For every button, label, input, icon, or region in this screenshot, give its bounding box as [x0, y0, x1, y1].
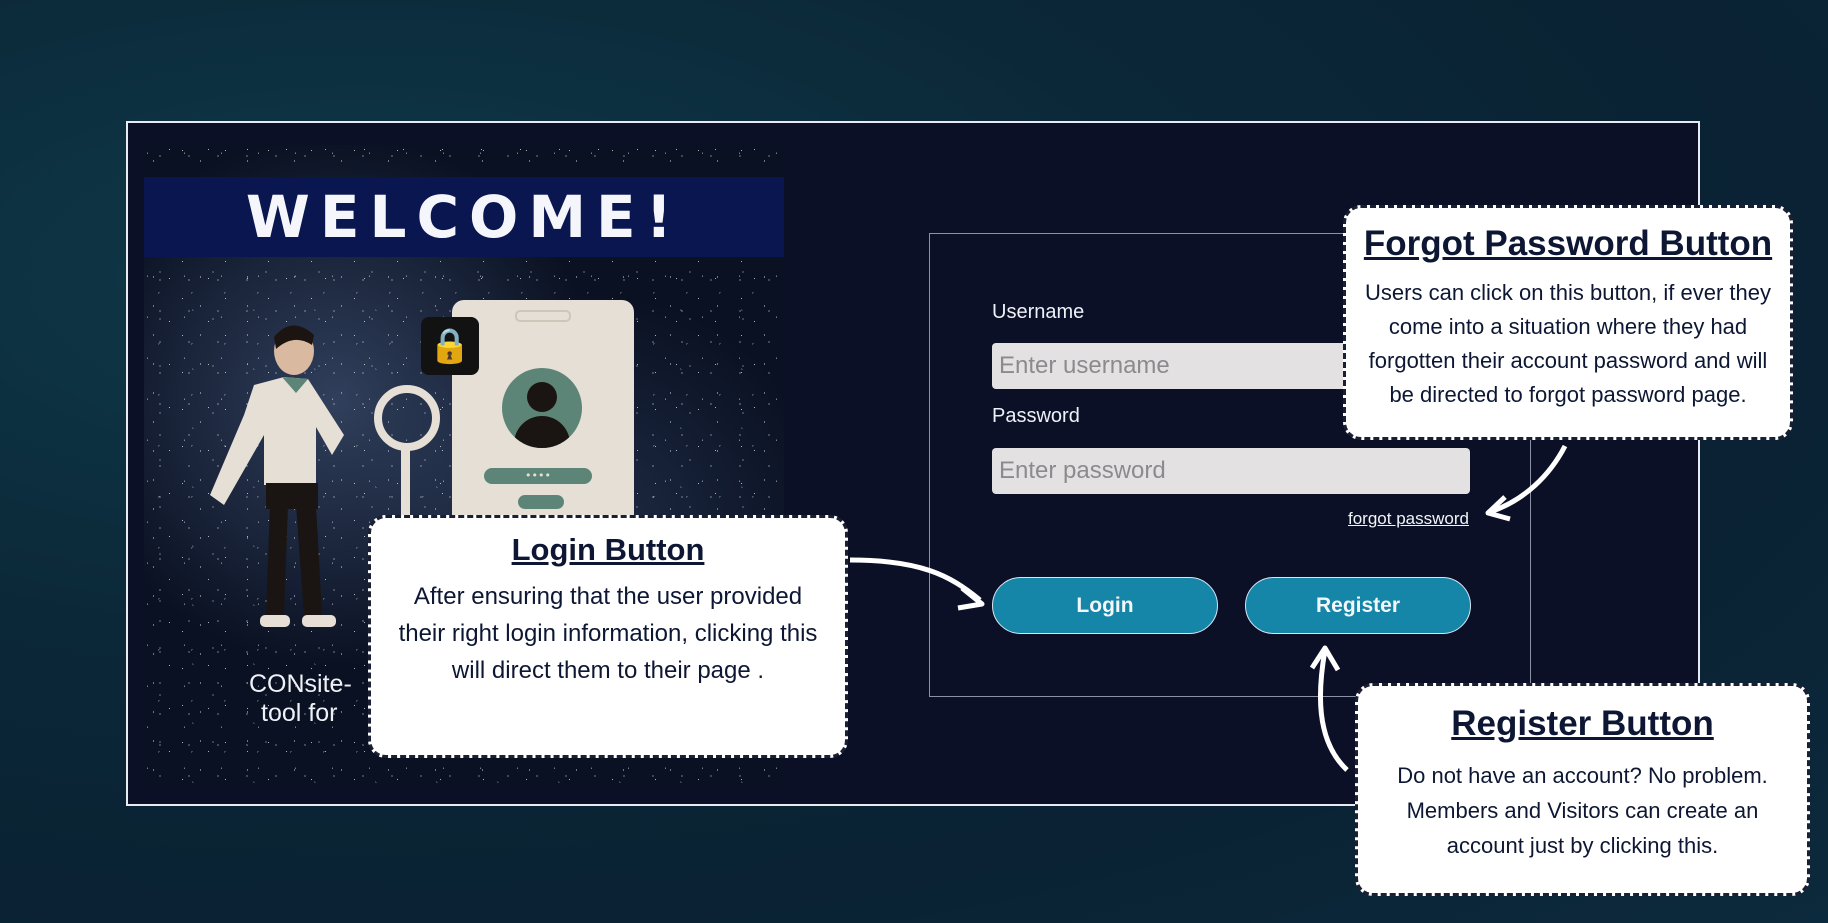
- password-input[interactable]: [992, 448, 1470, 494]
- login-button-callout: Login Button After ensuring that the use…: [368, 515, 848, 758]
- phone-speaker: [515, 310, 571, 322]
- lock-icon: 🔒: [421, 317, 479, 375]
- phone-password-dots: ••••: [484, 468, 592, 484]
- user-avatar-icon: [502, 368, 582, 448]
- login-callout-description: After ensuring that the user provided th…: [398, 583, 818, 684]
- phone-login-button: [518, 495, 564, 509]
- magnifier-icon: [374, 385, 440, 451]
- forgot-password-link[interactable]: forgot password: [1348, 509, 1469, 529]
- register-button-callout: Register Button Do not have an account? …: [1355, 683, 1810, 896]
- login-callout-title: Login Button: [511, 532, 705, 567]
- register-callout-description: Do not have an account? No problem. Memb…: [1397, 763, 1768, 858]
- forgot-callout-description: Users can click on this button, if ever …: [1365, 280, 1771, 407]
- login-button[interactable]: Login: [992, 577, 1218, 634]
- username-label: Username: [992, 301, 1085, 323]
- forgot-password-callout: Forgot Password Button Users can click o…: [1343, 205, 1793, 440]
- welcome-heading: WELCOME!: [245, 183, 683, 251]
- password-label: Password: [992, 405, 1080, 427]
- forgot-callout-title: Forgot Password Button: [1363, 224, 1773, 263]
- welcome-banner: WELCOME!: [144, 177, 784, 257]
- register-button[interactable]: Register: [1245, 577, 1471, 634]
- register-callout-title: Register Button: [1451, 704, 1714, 743]
